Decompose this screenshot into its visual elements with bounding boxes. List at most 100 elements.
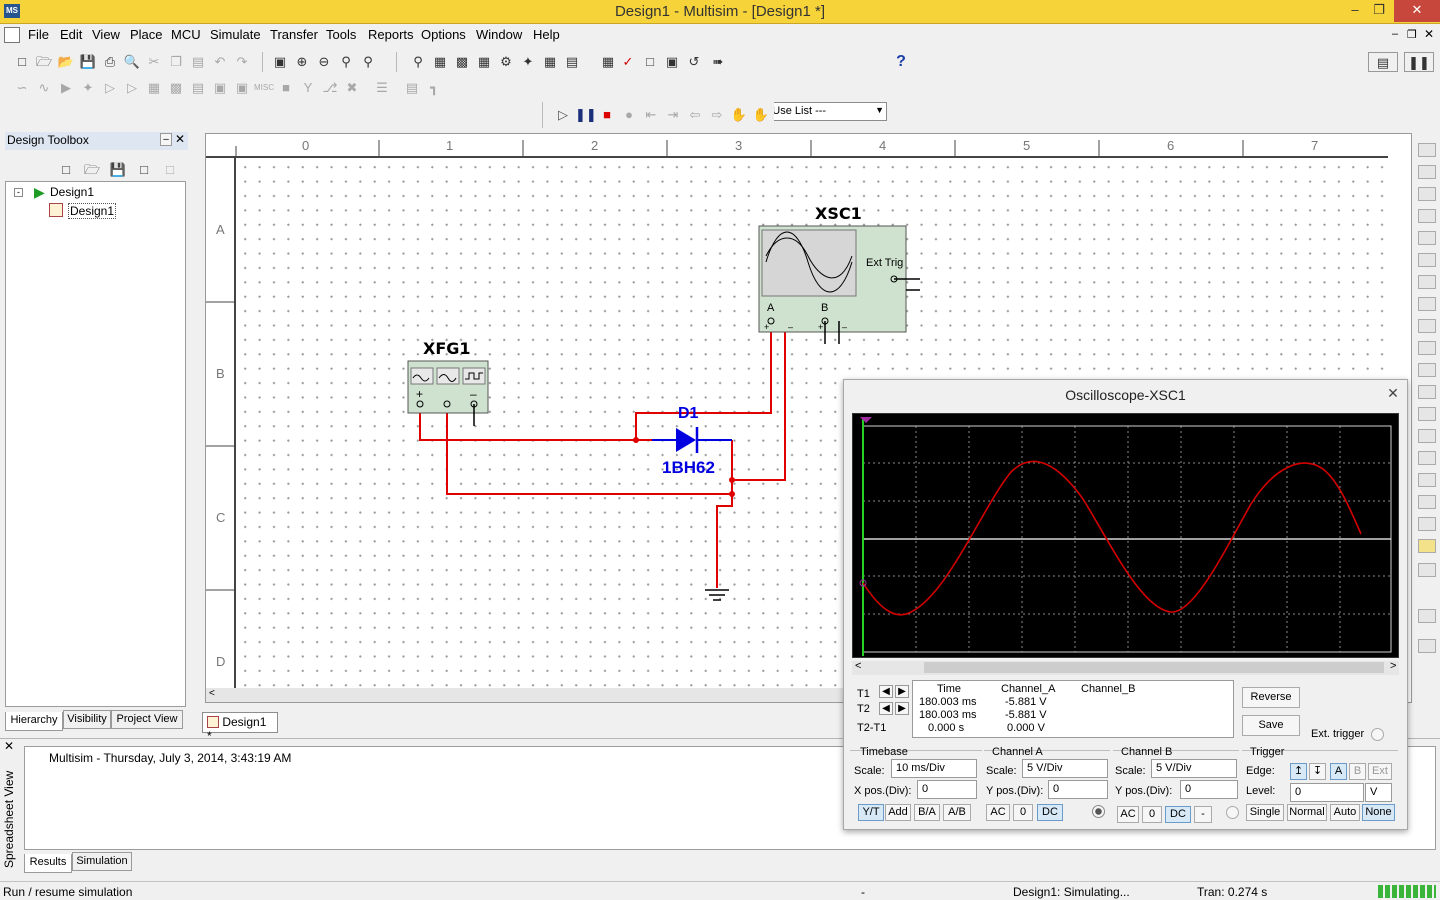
status-tran: Tran: 0.274 s (1197, 885, 1268, 899)
channel-b-ypos-label: Y pos.(Div): (1115, 785, 1173, 797)
status-mid: - (861, 885, 865, 899)
spectrum-analyzer-icon[interactable] (1418, 407, 1436, 421)
agilent-generator-icon[interactable] (1418, 451, 1436, 465)
scope-scroll-right-icon[interactable]: > (1390, 660, 1396, 672)
channel-a-dc-button[interactable]: DC (1037, 804, 1063, 821)
edge-label: Edge: (1246, 765, 1275, 777)
xsc1-label: XSC1 (815, 204, 862, 223)
mode-ab-button[interactable]: A/B (943, 804, 971, 821)
tektronix-scope-icon[interactable] (1418, 517, 1436, 531)
scope-close-icon[interactable]: ✕ (1379, 382, 1407, 404)
agilent-multimeter-icon[interactable] (1418, 473, 1436, 487)
results-message: Multisim - Thursday, July 3, 2014, 3:43:… (49, 751, 292, 765)
channel-b-dc-button[interactable]: DC (1165, 806, 1191, 823)
trigger-source-ext[interactable]: Ext (1368, 763, 1392, 780)
logic-analyzer-icon[interactable] (1418, 341, 1436, 355)
channel-a-scale-input[interactable]: 5 V/Div (1022, 759, 1108, 778)
diode-ref-label: D1 (678, 405, 699, 422)
channel-b-ac-button[interactable]: AC (1117, 806, 1139, 823)
xpos-input[interactable]: 0 (917, 780, 977, 799)
channel-b-ypos-input[interactable]: 0 (1180, 780, 1238, 799)
measurement-probe-icon[interactable] (1418, 539, 1436, 553)
trigger-normal-button[interactable]: Normal (1287, 804, 1327, 821)
timebase-scale-label: Scale: (854, 765, 885, 777)
scope-scroll-thumb[interactable] (924, 662, 1384, 673)
t1-label: T1 (857, 688, 870, 700)
diode-part-label: 1BH62 (662, 458, 715, 477)
readout-header-cha: Channel_A (1001, 683, 1056, 695)
channel-a-scale-label: Scale: (986, 765, 1017, 777)
mode-add-button[interactable]: Add (885, 804, 911, 821)
xpos-label: X pos.(Div): (854, 785, 912, 797)
logic-converter-icon[interactable] (1418, 319, 1436, 333)
t1-left-arrow-icon[interactable]: ◀ (879, 685, 893, 698)
function-generator-xfg1-target[interactable] (408, 361, 488, 413)
readout-header-chb: Channel_B (1081, 683, 1136, 695)
mode-ba-button[interactable]: B/A (914, 804, 940, 821)
channel-a-zero-button[interactable]: 0 (1013, 804, 1033, 821)
network-analyzer-icon[interactable] (1418, 429, 1436, 443)
current-probe-icon[interactable] (1418, 609, 1436, 623)
ext-trigger-terminal[interactable] (1371, 728, 1384, 741)
t1-right-arrow-icon[interactable]: ▶ (895, 685, 909, 698)
tab-results[interactable]: Results (24, 854, 72, 873)
mode-yt-button[interactable]: Y/T (858, 804, 884, 821)
iv-analyzer-icon[interactable] (1418, 363, 1436, 377)
simulation-activity-indicator (1378, 885, 1436, 898)
canvas-horizontal-scrollbar[interactable]: < (206, 688, 846, 702)
ext-trigger-label: Ext. trigger (1311, 728, 1365, 740)
channel-a-trace (862, 460, 1362, 616)
oscilloscope-screen[interactable] (852, 413, 1399, 658)
tab-simulation[interactable]: Simulation (72, 852, 132, 871)
t2-right-arrow-icon[interactable]: ▶ (895, 702, 909, 715)
channel-b-scale-input[interactable]: 5 V/Div (1151, 759, 1237, 778)
t1-cha: -5.881 V (1005, 696, 1047, 708)
bode-plotter-icon[interactable] (1418, 253, 1436, 267)
ni-elvis-icon[interactable] (1418, 639, 1436, 653)
labview-icon[interactable] (1418, 563, 1436, 577)
multimeter-icon[interactable] (1418, 143, 1436, 157)
t2-left-arrow-icon[interactable]: ◀ (879, 702, 893, 715)
agilent-scope-icon[interactable] (1418, 495, 1436, 509)
rising-edge-icon[interactable]: ↥ (1290, 763, 1307, 780)
channel-a-ypos-input[interactable]: 0 (1048, 780, 1108, 799)
word-generator-icon[interactable] (1418, 297, 1436, 311)
channel-b-title: Channel B (1121, 746, 1173, 758)
distortion-analyzer-icon[interactable] (1418, 385, 1436, 399)
oscilloscope-icon[interactable] (1418, 209, 1436, 223)
tab-design1[interactable]: Design1 * (202, 712, 278, 743)
frequency-counter-icon[interactable] (1418, 275, 1436, 289)
t2-t1-label: T2-T1 (857, 722, 887, 734)
status-bar: Run / resume simulation - Design1: Simul… (0, 881, 1440, 900)
four-channel-scope-icon[interactable] (1418, 231, 1436, 245)
level-input[interactable]: 0 (1290, 783, 1364, 802)
channel-b-zero-button[interactable]: 0 (1142, 806, 1162, 823)
channel-b-terminal[interactable] (1226, 806, 1239, 819)
spreadsheet-side-label: Spreadsheet View (2, 770, 16, 868)
trigger-source-b[interactable]: B (1349, 763, 1366, 780)
channel-b-neg-button[interactable]: - (1194, 806, 1212, 823)
timebase-scale-input[interactable]: 10 ms/Div (891, 759, 977, 778)
readout-header-time: Time (937, 683, 962, 695)
spreadsheet-close-icon[interactable]: ✕ (4, 739, 14, 753)
channel-a-ac-button[interactable]: AC (986, 804, 1010, 821)
function-generator-icon[interactable] (1418, 165, 1436, 179)
scope-scrollbar[interactable]: < > (852, 660, 1399, 675)
scroll-left-icon[interactable]: < (209, 688, 215, 699)
trigger-auto-button[interactable]: Auto (1330, 804, 1360, 821)
reverse-button[interactable]: Reverse (1242, 687, 1300, 708)
save-button[interactable]: Save (1242, 715, 1300, 736)
trigger-title: Trigger (1250, 746, 1285, 758)
level-unit-select[interactable]: V (1365, 783, 1392, 802)
falling-edge-icon[interactable]: ↧ (1309, 763, 1326, 780)
diode-d1-target[interactable] (672, 426, 700, 454)
oscilloscope-window: Oscilloscope-XSC1 ✕ < > T1 T2 T2-T1 ◀ ▶ … (843, 379, 1408, 830)
trigger-source-a[interactable]: A (1330, 763, 1347, 780)
oscilloscope-xsc1-target[interactable] (759, 226, 906, 332)
trigger-none-button[interactable]: None (1362, 804, 1395, 821)
channel-a-terminal[interactable] (1092, 805, 1105, 818)
scope-scroll-left-icon[interactable]: < (855, 660, 861, 672)
trigger-single-button[interactable]: Single (1246, 804, 1284, 821)
cursor-readout-table: Time Channel_A Channel_B 180.003 ms -5.8… (912, 680, 1234, 738)
wattmeter-icon[interactable] (1418, 187, 1436, 201)
